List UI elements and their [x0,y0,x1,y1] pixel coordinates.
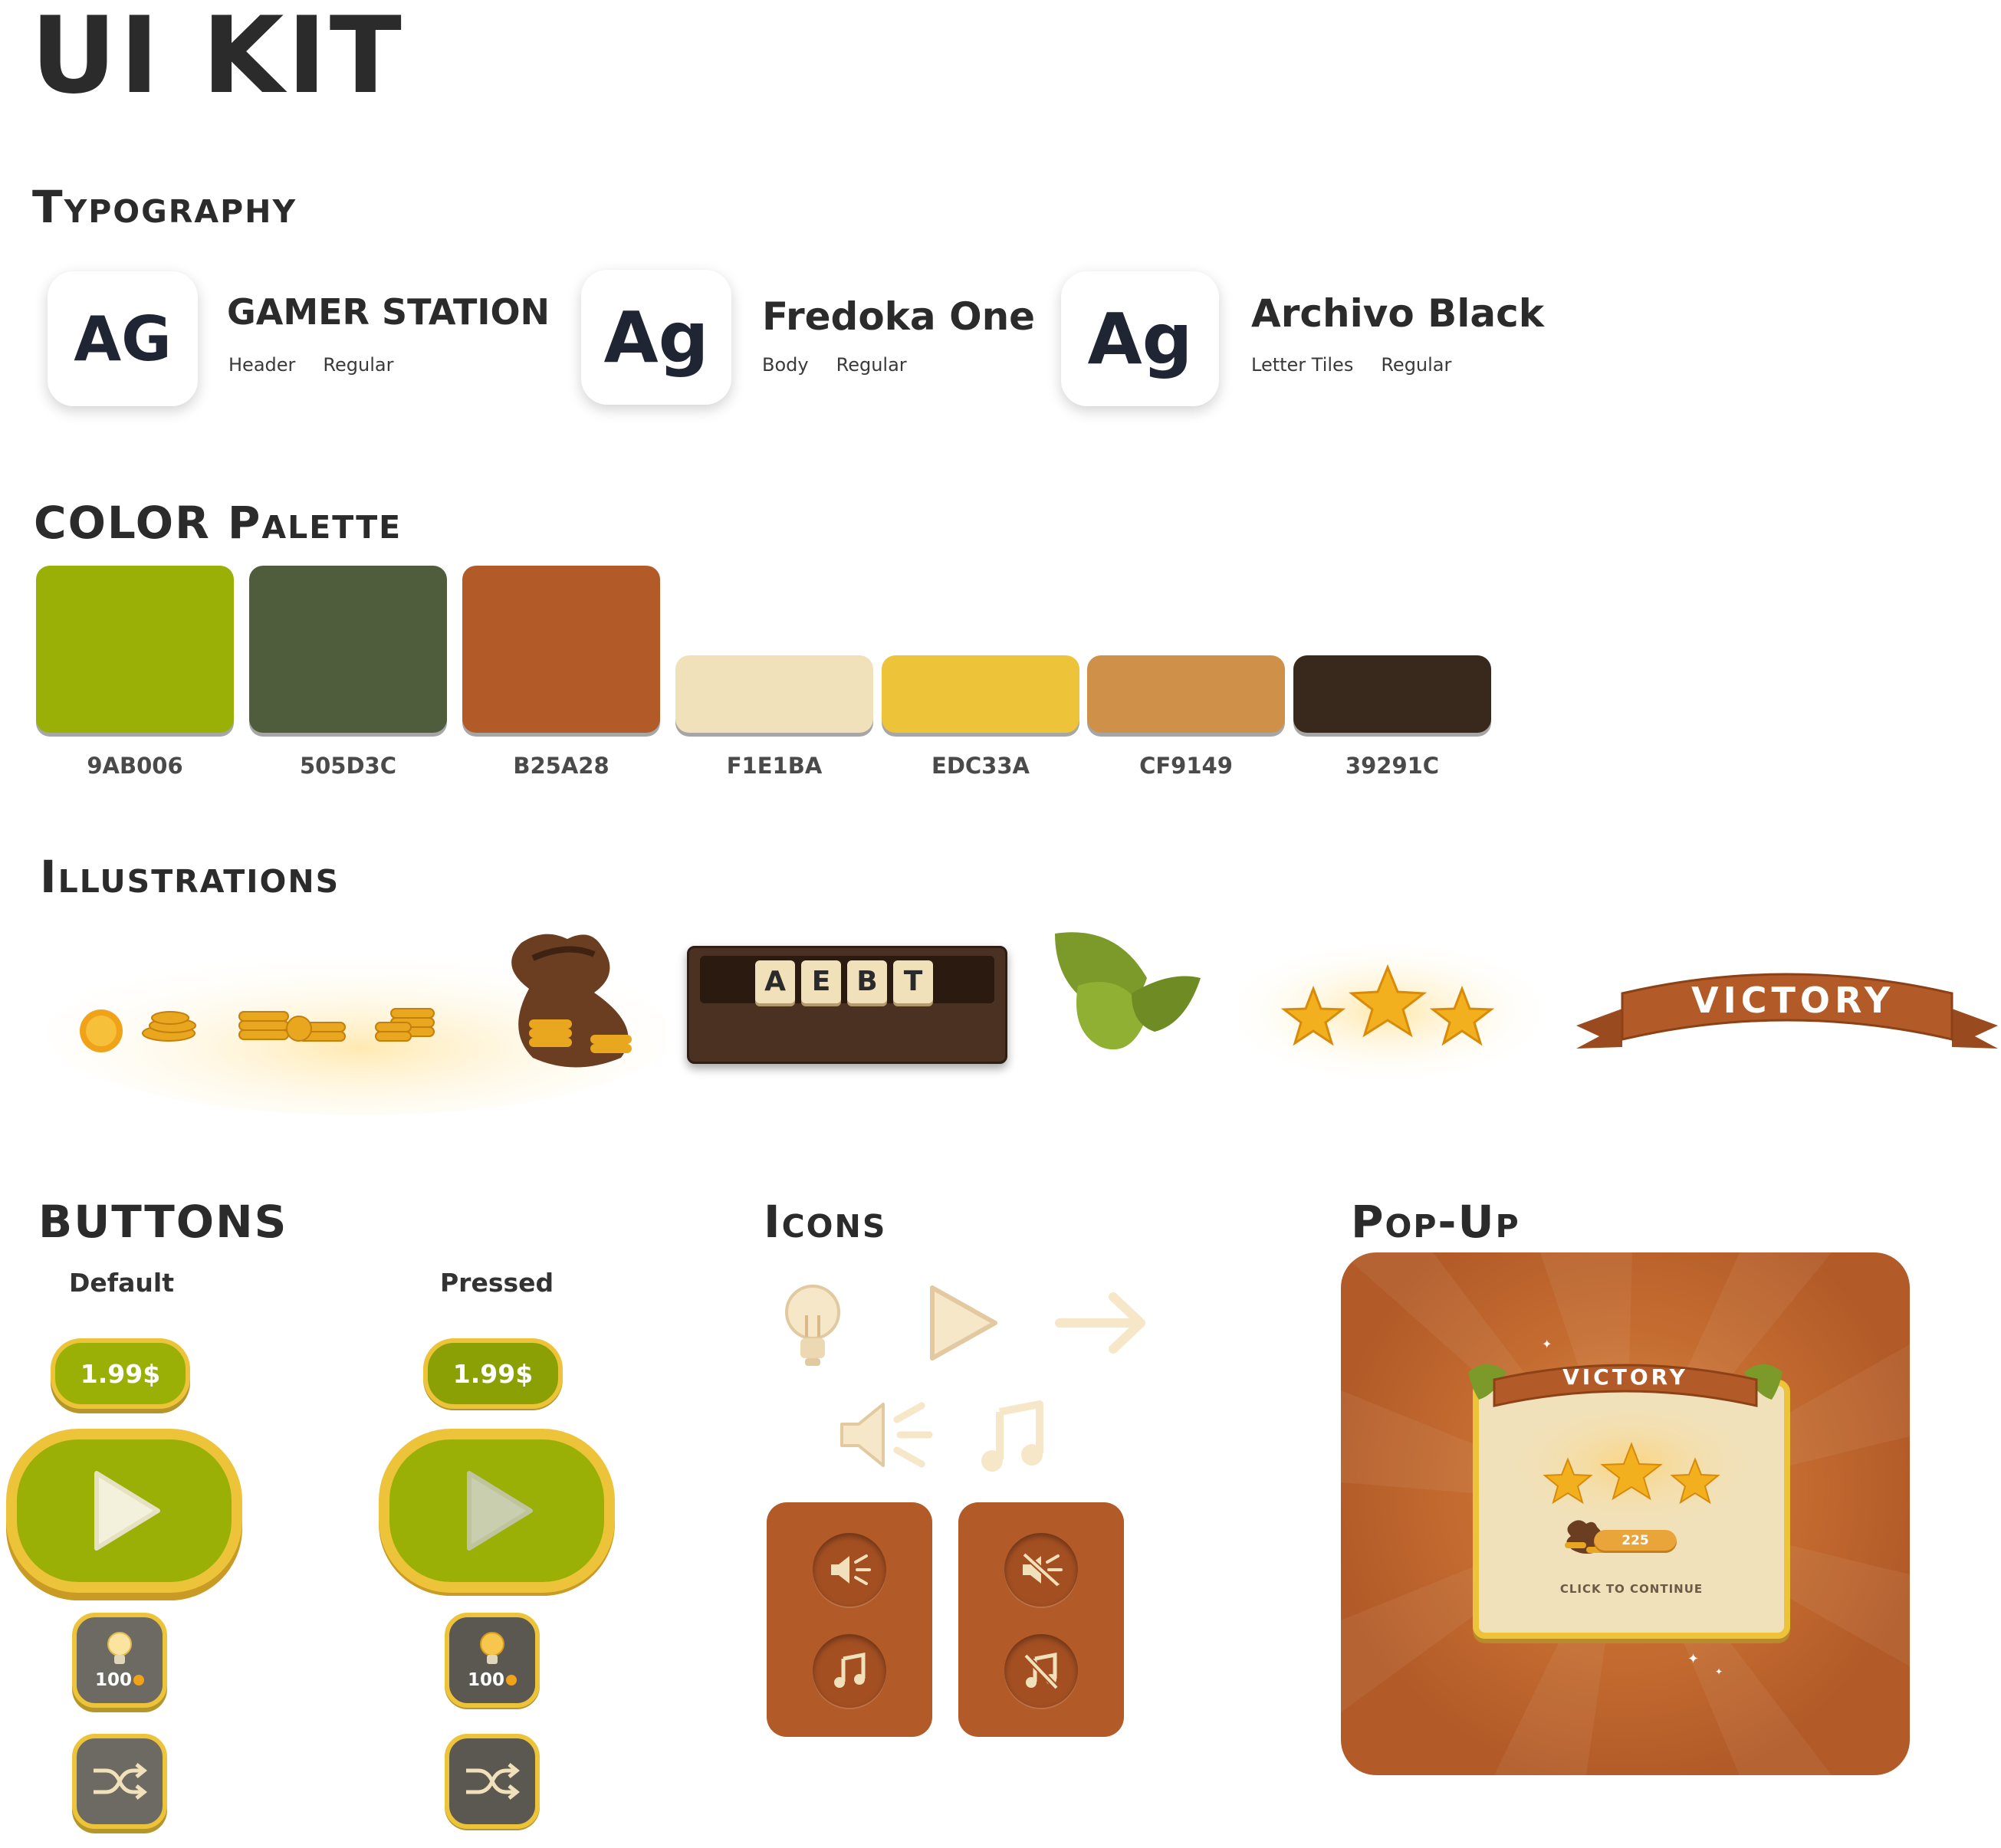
coin-icon [80,1009,123,1052]
coins-illustration [38,897,675,1127]
hex-label-6: CF9149 [1139,753,1233,779]
price-button-pressed[interactable]: 1.99$ [423,1338,563,1409]
speaker-icon [831,1554,871,1585]
music-off-button[interactable] [1004,1634,1078,1708]
font-name-1: GAMER STATION [227,291,550,333]
sound-on-panel [767,1502,932,1737]
hint-button-pressed[interactable]: 100 [445,1613,540,1708]
hint-button-default[interactable]: 100 [72,1613,167,1708]
letter-tile: B [847,960,887,1003]
bulb-icon [107,1632,132,1664]
hex-label-4: F1E1BA [726,753,823,779]
sound-off-button[interactable] [1004,1533,1078,1607]
music-on-button[interactable] [813,1634,886,1708]
hex-label-1: 9AB006 [87,753,183,779]
play-button-pressed[interactable] [379,1429,615,1593]
click-to-continue[interactable]: CLICK TO CONTINUE [1479,1582,1784,1596]
swatch-7 [1293,655,1491,733]
shuffle-button-pressed[interactable] [445,1734,540,1829]
icons-heading: Icons [764,1196,887,1248]
victory-ribbon: VICTORY [1576,963,1998,1062]
play-icon [925,1282,1001,1367]
font-name-3: Archivo Black [1251,291,1544,336]
swatch-5 [882,655,1079,733]
font-weight: Regular [1381,354,1452,376]
swatch-4 [675,655,873,733]
font-name-2: Fredoka One [762,294,1036,339]
play-icon [94,1471,160,1551]
sound-off-panel [958,1502,1124,1737]
font-sample: Ag [1087,297,1193,380]
sound-on-button[interactable] [813,1533,886,1607]
swatch-1 [36,566,234,733]
popup-heading: Pop-Up [1351,1196,1520,1248]
font-meta-1: Header Regular [228,354,421,376]
shuffle-icon [466,1763,521,1800]
popup-victory-banner: VICTORY [1464,1349,1787,1418]
font-role: Letter Tiles [1251,354,1354,376]
swatch-6 [1087,655,1285,733]
bulb-icon [480,1632,504,1664]
illustrations-heading: Illustrations [40,851,340,903]
arrow-right-icon [1055,1291,1150,1358]
buttons-heading: BUTTONS [38,1196,288,1248]
sparkle-icon: ✦ [1687,1651,1700,1667]
font-sample: AG [74,303,172,375]
hex-label-3: B25A28 [513,753,610,779]
play-icon [467,1471,533,1551]
hint-cost: 100 [94,1670,132,1690]
swatch-2 [249,566,447,733]
popup-background: 225 CLICK TO CONTINUE VICTORY ✦ ✦ ✦ [1341,1252,1910,1775]
font-meta-2: Body Regular [762,354,935,376]
sparkle-icon: ✦ [1542,1337,1552,1351]
page-title: UI KIT [31,0,405,117]
palette-heading: COLOR Palette [34,497,402,549]
hint-cost: 100 [467,1670,504,1690]
speaker-muted-icon [1022,1552,1063,1587]
shuffle-button-default[interactable] [72,1734,167,1829]
letter-tile: E [801,960,841,1003]
price-label: 1.99$ [452,1358,534,1389]
font-sample: Ag [603,296,709,379]
font-sample-tile-2: Ag [581,270,731,405]
font-role: Header [228,354,296,376]
coin-icon [133,1675,144,1686]
hex-label-2: 505D3C [299,753,397,779]
music-note-icon [978,1400,1047,1478]
font-weight: Regular [323,354,394,376]
coin-icon [506,1675,517,1686]
letter-tile: T [893,960,933,1003]
bulb-icon [779,1282,846,1375]
stars-illustration [1227,927,1549,1081]
typography-heading: Typography [32,181,297,233]
popup-card: 225 CLICK TO CONTINUE [1473,1380,1790,1639]
music-muted-icon [1024,1652,1059,1690]
hex-label-5: EDC33A [932,753,1030,779]
speaker-icon [836,1397,935,1476]
font-role: Body [762,354,809,376]
price-label: 1.99$ [80,1358,161,1389]
victory-ribbon-text: VICTORY [1691,980,1895,1021]
music-note-icon [834,1653,866,1688]
coin-counter: 225 [1594,1530,1677,1553]
swatch-3 [462,566,660,733]
hex-label-7: 39291C [1345,753,1440,779]
leaves-illustration [1040,924,1208,1070]
font-meta-3: Letter Tiles Regular [1251,354,1479,376]
default-label: Default [69,1268,174,1298]
font-sample-tile-3: Ag [1061,271,1219,406]
letter-tile: A [755,960,795,1003]
sparkle-icon: ✦ [1715,1666,1723,1677]
play-button-default[interactable] [6,1429,242,1593]
price-button-default[interactable]: 1.99$ [51,1338,190,1409]
popup-victory-text: VICTORY [1562,1364,1688,1390]
letter-board: A E B T [687,946,1007,1064]
pressed-label: Pressed [440,1268,554,1298]
shuffle-icon [94,1763,148,1800]
font-weight: Regular [836,354,907,376]
coin-counter-value: 225 [1622,1533,1649,1548]
font-sample-tile-1: AG [48,271,198,406]
